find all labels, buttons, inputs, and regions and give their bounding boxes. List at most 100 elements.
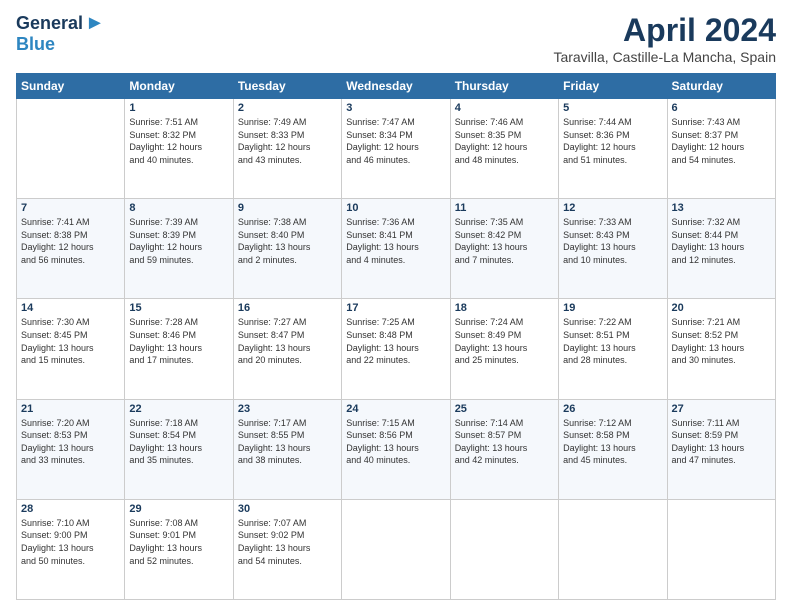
week-row-4: 28 Sunrise: 7:10 AM Sunset: 9:00 PM Dayli…	[17, 499, 776, 599]
day-number: 29	[129, 503, 228, 515]
table-row: 1Sunrise: 7:51 AM Sunset: 8:32 PM Daylig…	[125, 99, 233, 199]
day-number: 6	[672, 102, 771, 114]
table-row: 14 Sunrise: 7:30 AM Sunset: 8:45 PM Dayli…	[17, 299, 125, 399]
day-info: Sunrise: 7:18 AM Sunset: 8:54 PM Dayligh…	[129, 417, 228, 467]
logo-text-line2: Blue	[16, 35, 55, 55]
day-info: Sunrise: 7:35 AM Sunset: 8:42 PM Dayligh…	[455, 216, 554, 266]
table-row: 29 Sunrise: 7:08 AM Sunset: 9:01 PM Dayli…	[125, 499, 233, 599]
day-number: 30	[238, 503, 337, 515]
day-info: Sunrise: 7:08 AM Sunset: 9:01 PM Dayligh…	[129, 517, 228, 567]
table-row	[17, 99, 125, 199]
day-info: Sunrise: 7:20 AM Sunset: 8:53 PM Dayligh…	[21, 417, 120, 467]
col-wednesday: Wednesday	[342, 74, 450, 99]
title-block: April 2024 Taravilla, Castille-La Mancha…	[553, 12, 776, 65]
day-info: Sunrise: 7:21 AM Sunset: 8:52 PM Dayligh…	[672, 316, 771, 366]
day-number: 17	[346, 302, 445, 314]
table-row: 17 Sunrise: 7:25 AM Sunset: 8:48 PM Dayli…	[342, 299, 450, 399]
page: General ► Blue April 2024 Taravilla, Cas…	[0, 0, 792, 612]
table-row: 21 Sunrise: 7:20 AM Sunset: 8:53 PM Dayli…	[17, 399, 125, 499]
day-number: 3	[346, 102, 445, 114]
day-number: 24	[346, 403, 445, 415]
table-row: 12Sunrise: 7:33 AM Sunset: 8:43 PM Dayli…	[559, 199, 667, 299]
day-info: Sunrise: 7:12 AM Sunset: 8:58 PM Dayligh…	[563, 417, 662, 467]
day-number: 16	[238, 302, 337, 314]
table-row: 22 Sunrise: 7:18 AM Sunset: 8:54 PM Dayli…	[125, 399, 233, 499]
table-row: 18 Sunrise: 7:24 AM Sunset: 8:49 PM Dayli…	[450, 299, 558, 399]
day-number: 18	[455, 302, 554, 314]
table-row: 8 Sunrise: 7:39 AM Sunset: 8:39 PM Daylig…	[125, 199, 233, 299]
day-number: 13	[672, 202, 771, 214]
day-info: Sunrise: 7:38 AM Sunset: 8:40 PM Dayligh…	[238, 216, 337, 266]
week-row-2: 14 Sunrise: 7:30 AM Sunset: 8:45 PM Dayli…	[17, 299, 776, 399]
day-number: 25	[455, 403, 554, 415]
day-info: Sunrise: 7:32 AM Sunset: 8:44 PM Dayligh…	[672, 216, 771, 266]
day-info: Sunrise: 7:49 AM Sunset: 8:33 PM Dayligh…	[238, 116, 337, 166]
table-row: 16 Sunrise: 7:27 AM Sunset: 8:47 PM Dayli…	[233, 299, 341, 399]
week-row-3: 21 Sunrise: 7:20 AM Sunset: 8:53 PM Dayli…	[17, 399, 776, 499]
day-info: Sunrise: 7:36 AM Sunset: 8:41 PM Dayligh…	[346, 216, 445, 266]
day-number: 20	[672, 302, 771, 314]
day-number: 9	[238, 202, 337, 214]
day-info: Sunrise: 7:15 AM Sunset: 8:56 PM Dayligh…	[346, 417, 445, 467]
col-saturday: Saturday	[667, 74, 775, 99]
table-row	[342, 499, 450, 599]
day-info: Sunrise: 7:10 AM Sunset: 9:00 PM Dayligh…	[21, 517, 120, 567]
table-row	[559, 499, 667, 599]
day-number: 28	[21, 503, 120, 515]
header: General ► Blue April 2024 Taravilla, Cas…	[16, 12, 776, 65]
table-row: 5Sunrise: 7:44 AM Sunset: 8:36 PM Daylig…	[559, 99, 667, 199]
table-row	[450, 499, 558, 599]
table-row: 11 Sunrise: 7:35 AM Sunset: 8:42 PM Dayli…	[450, 199, 558, 299]
day-info: Sunrise: 7:24 AM Sunset: 8:49 PM Dayligh…	[455, 316, 554, 366]
day-info: Sunrise: 7:39 AM Sunset: 8:39 PM Dayligh…	[129, 216, 228, 266]
day-number: 27	[672, 403, 771, 415]
day-number: 15	[129, 302, 228, 314]
day-info: Sunrise: 7:33 AM Sunset: 8:43 PM Dayligh…	[563, 216, 662, 266]
day-info: Sunrise: 7:30 AM Sunset: 8:45 PM Dayligh…	[21, 316, 120, 366]
day-number: 14	[21, 302, 120, 314]
col-friday: Friday	[559, 74, 667, 99]
day-info: Sunrise: 7:25 AM Sunset: 8:48 PM Dayligh…	[346, 316, 445, 366]
day-info: Sunrise: 7:43 AM Sunset: 8:37 PM Dayligh…	[672, 116, 771, 166]
col-sunday: Sunday	[17, 74, 125, 99]
table-row: 7 Sunrise: 7:41 AM Sunset: 8:38 PM Daylig…	[17, 199, 125, 299]
week-row-0: 1Sunrise: 7:51 AM Sunset: 8:32 PM Daylig…	[17, 99, 776, 199]
day-number: 8	[129, 202, 228, 214]
day-number: 10	[346, 202, 445, 214]
main-title: April 2024	[553, 12, 776, 49]
table-row: 4Sunrise: 7:46 AM Sunset: 8:35 PM Daylig…	[450, 99, 558, 199]
table-row: 26 Sunrise: 7:12 AM Sunset: 8:58 PM Dayli…	[559, 399, 667, 499]
col-thursday: Thursday	[450, 74, 558, 99]
table-row: 2Sunrise: 7:49 AM Sunset: 8:33 PM Daylig…	[233, 99, 341, 199]
col-monday: Monday	[125, 74, 233, 99]
header-row: Sunday Monday Tuesday Wednesday Thursday…	[17, 74, 776, 99]
day-number: 21	[21, 403, 120, 415]
table-row: 27Sunrise: 7:11 AM Sunset: 8:59 PM Dayli…	[667, 399, 775, 499]
table-row	[667, 499, 775, 599]
day-number: 11	[455, 202, 554, 214]
day-number: 23	[238, 403, 337, 415]
table-row: 20 Sunrise: 7:21 AM Sunset: 8:52 PM Dayli…	[667, 299, 775, 399]
day-number: 26	[563, 403, 662, 415]
day-info: Sunrise: 7:17 AM Sunset: 8:55 PM Dayligh…	[238, 417, 337, 467]
table-row: 3 Sunrise: 7:47 AM Sunset: 8:34 PM Daylig…	[342, 99, 450, 199]
logo-text-line1: General	[16, 14, 83, 34]
day-info: Sunrise: 7:14 AM Sunset: 8:57 PM Dayligh…	[455, 417, 554, 467]
day-info: Sunrise: 7:41 AM Sunset: 8:38 PM Dayligh…	[21, 216, 120, 266]
day-info: Sunrise: 7:28 AM Sunset: 8:46 PM Dayligh…	[129, 316, 228, 366]
col-tuesday: Tuesday	[233, 74, 341, 99]
day-info: Sunrise: 7:47 AM Sunset: 8:34 PM Dayligh…	[346, 116, 445, 166]
subtitle: Taravilla, Castille-La Mancha, Spain	[553, 49, 776, 65]
table-row: 9 Sunrise: 7:38 AM Sunset: 8:40 PM Daylig…	[233, 199, 341, 299]
logo-bird-icon: ►	[85, 12, 105, 35]
table-row: 28 Sunrise: 7:10 AM Sunset: 9:00 PM Dayli…	[17, 499, 125, 599]
day-info: Sunrise: 7:27 AM Sunset: 8:47 PM Dayligh…	[238, 316, 337, 366]
day-number: 22	[129, 403, 228, 415]
table-row: 6 Sunrise: 7:43 AM Sunset: 8:37 PM Daylig…	[667, 99, 775, 199]
table-row: 23 Sunrise: 7:17 AM Sunset: 8:55 PM Dayli…	[233, 399, 341, 499]
table-row: 15 Sunrise: 7:28 AM Sunset: 8:46 PM Dayli…	[125, 299, 233, 399]
table-row: 13 Sunrise: 7:32 AM Sunset: 8:44 PM Dayli…	[667, 199, 775, 299]
day-number: 7	[21, 202, 120, 214]
table-row: 25 Sunrise: 7:14 AM Sunset: 8:57 PM Dayli…	[450, 399, 558, 499]
day-info: Sunrise: 7:51 AM Sunset: 8:32 PM Dayligh…	[129, 116, 228, 166]
